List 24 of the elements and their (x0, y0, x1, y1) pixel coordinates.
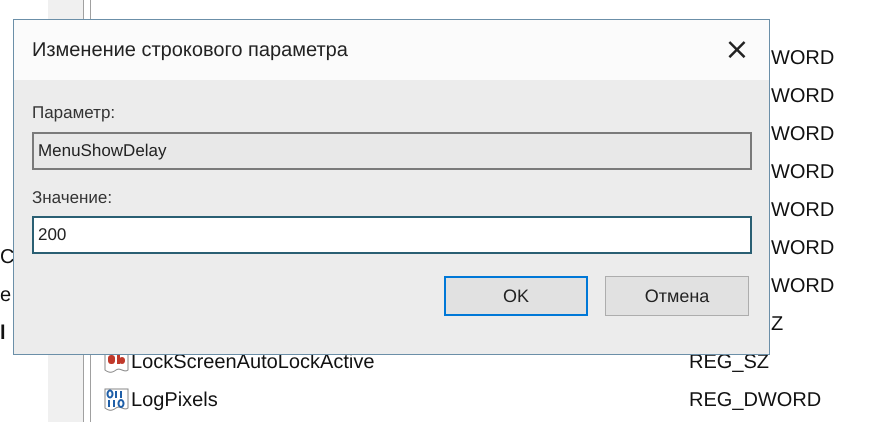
value-type: Z (771, 312, 784, 337)
value-type: WORD (771, 46, 834, 71)
tree-item[interactable]: C (0, 242, 14, 272)
name-input[interactable]: MenuShowDelay (38, 138, 746, 164)
value-type: WORD (771, 198, 834, 223)
tree-item[interactable]: l (0, 318, 6, 348)
dialog-title: Изменение строкового параметра (32, 38, 348, 63)
value-type: REG_DWORD (689, 388, 822, 413)
ok-button[interactable]: OK (444, 276, 588, 316)
name-field[interactable]: MenuShowDelay (32, 132, 752, 170)
value-type: WORD (771, 84, 834, 109)
value-type: WORD (771, 160, 834, 185)
value-input[interactable]: 200 (38, 222, 746, 248)
value-type: WORD (771, 236, 834, 261)
cancel-button[interactable]: Отмена (605, 276, 749, 316)
value-name[interactable]: LockScreenAutoLockActive (131, 351, 374, 373)
field-label: Параметр: (32, 102, 116, 124)
value-name[interactable]: LogPixels (131, 389, 218, 411)
value-type: WORD (771, 274, 834, 299)
value-field[interactable]: 200 (32, 216, 752, 254)
close-button[interactable]: × (719, 32, 755, 68)
tree-item[interactable]: e (0, 280, 12, 310)
value-type: WORD (771, 122, 834, 147)
field-label: Значение: (32, 186, 112, 208)
